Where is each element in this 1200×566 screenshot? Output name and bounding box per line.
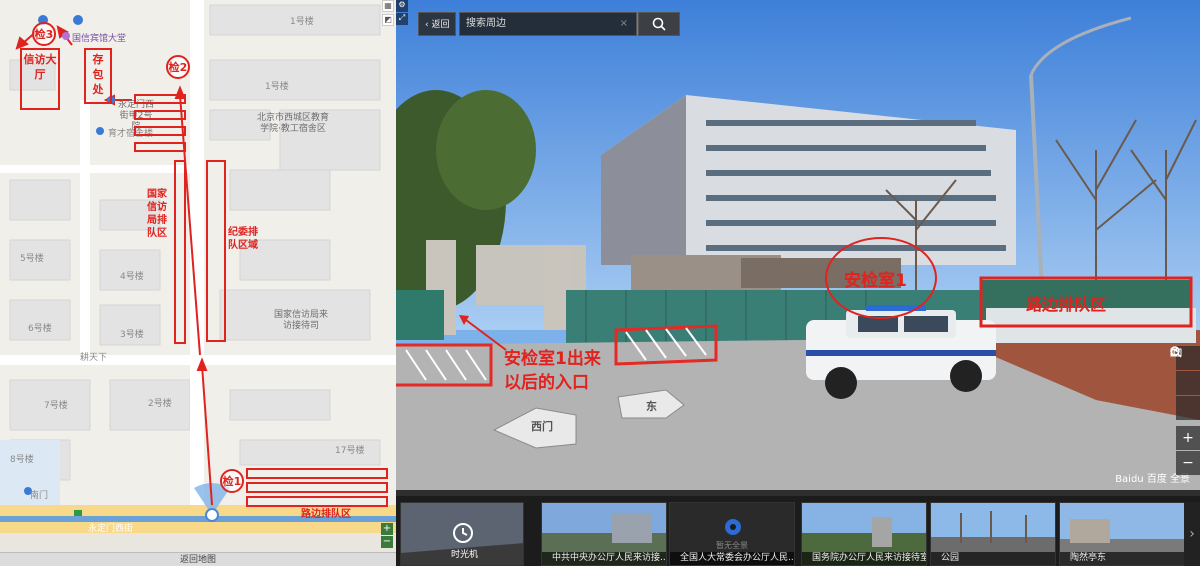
back-button[interactable]: ‹ 返回 [418, 12, 456, 36]
street-view-pane[interactable]: 安检室1 安检室1出来 以后的入口 路边排队区 西门 东 Baidu 百度 全景… [396, 0, 1200, 490]
zoom-in-button[interactable]: + [381, 523, 393, 535]
nav-arrow-west[interactable]: 西门 [531, 418, 553, 434]
filmstrip-thumb[interactable]: 中共中央办公厅人民来访接... [541, 502, 667, 566]
building-label: 6号楼 [28, 324, 52, 334]
satellite-icon[interactable]: ◩ [382, 14, 394, 26]
road-label: 永定门西街 [88, 524, 134, 534]
layer-icon[interactable]: ▦ [382, 0, 394, 12]
exit-icon[interactable]: ⤢ [396, 13, 408, 25]
building-label: 5号楼 [20, 254, 44, 264]
zoom-in-icon[interactable]: + [1176, 426, 1200, 450]
discipline-queue-label: 纪委排队区域 [228, 227, 258, 251]
filmstrip-caption: 时光机 [451, 550, 479, 560]
entrance-note-line2: 以后的入口 [504, 373, 589, 393]
poi-office[interactable]: 国家信访局来访接待司 [272, 310, 330, 332]
entrance-note-line1: 安检室1出来 [504, 349, 601, 369]
help-icon[interactable]: ⚙ [396, 0, 408, 12]
filmstrip-caption: 全国人大常委会办公厅人民... [670, 552, 794, 565]
petition-hall-label: 信访大厅 [23, 53, 57, 81]
time-machine-thumb[interactable]: 时光机 [400, 502, 524, 566]
filmstrip-thumb[interactable]: 国务院办公厅人民来访接待室 [801, 502, 927, 566]
queue-lane [134, 126, 186, 136]
building-label: 8号楼 [10, 455, 34, 465]
queue-lane [134, 94, 186, 104]
back-to-map-bar[interactable]: 返回地图 [0, 552, 396, 566]
building-label: 1号楼 [265, 82, 289, 92]
pano-toolbar: + − [1170, 346, 1200, 476]
building-label: 4号楼 [120, 272, 144, 282]
poi-village[interactable]: 耕天下 [80, 350, 107, 363]
building-label: 1号楼 [290, 17, 314, 27]
no-panorama-text: 暂无全景 [716, 541, 748, 550]
building-label: 3号楼 [120, 330, 144, 340]
nav-arrow-east[interactable]: 东 [646, 398, 657, 414]
filmstrip-next-arrow[interactable]: › [1184, 502, 1200, 566]
queue-lane [134, 110, 186, 120]
filmstrip-caption: 公园 [931, 552, 1055, 565]
street-view-scene [396, 0, 1200, 490]
clear-icon[interactable]: × [620, 13, 628, 35]
building-label: 17号楼 [335, 446, 365, 456]
map-layer-buttons: ▦ ◩ [382, 0, 394, 28]
filmstrip-caption: 国务院办公厅人民来访接待室 [802, 552, 926, 565]
search-placeholder: 搜索周边 [466, 18, 506, 29]
checkpoint-2-marker: 检2 [166, 55, 190, 79]
search-icon [652, 17, 666, 31]
checkpoint-1-marker: 检1 [220, 469, 244, 493]
share-icon[interactable] [1171, 347, 1200, 420]
building-label: 7号楼 [44, 401, 68, 411]
roadside-lane [246, 468, 388, 479]
filmstrip-caption: 中共中央办公厅人民来访接... [542, 552, 666, 565]
roadside-queue-label: 路边排队区 [1026, 295, 1107, 314]
queue-lane [134, 142, 186, 152]
search-input[interactable]: 搜索周边 × [459, 12, 637, 36]
pano-corner-icons: ⚙ ⤢ [396, 0, 408, 25]
camera-icon[interactable] [1170, 348, 1200, 395]
national-queue-box [174, 160, 186, 344]
back-label: 返回 [431, 20, 450, 30]
checkpoint-3-marker: 检3 [32, 22, 56, 46]
storage-label: 存包处 [92, 53, 104, 96]
filmstrip-thumb[interactable]: 陶然亭东 [1059, 502, 1185, 566]
filmstrip-thumb[interactable]: 公园 [930, 502, 1056, 566]
discipline-queue-box [206, 160, 226, 342]
search-button[interactable] [638, 12, 680, 36]
roadside-lane [246, 496, 388, 507]
zoom-out-button[interactable]: − [381, 536, 393, 548]
roadside-lane [246, 482, 388, 493]
roadside-queue-label: 路边排队区 [301, 509, 351, 520]
filmstrip: 时光机 中共中央办公厅人民来访接... 暂无全景 全国人大常委会办公厅人民...… [396, 490, 1200, 566]
building-label: 2号楼 [148, 399, 172, 409]
national-queue-label: 国家信访局排队区 [147, 189, 167, 239]
poi-south-gate[interactable]: 南门 [30, 488, 48, 501]
zoom-controls: + − [381, 522, 393, 548]
poi-hotel[interactable]: 国信宾馆大堂 [72, 31, 126, 44]
security-room-label: 安检室1 [844, 271, 907, 291]
filmstrip-caption: 陶然亭东 [1060, 552, 1184, 565]
pano-topbar: ‹ 返回 搜索周边 × [418, 12, 680, 36]
map-pane[interactable]: 1号楼 1号楼 5号楼 4号楼 6号楼 3号楼 7号楼 2号楼 17号楼 8号楼… [0, 0, 396, 566]
zoom-out-icon[interactable]: − [1176, 451, 1200, 475]
filmstrip-thumb[interactable]: 暂无全景 全国人大常委会办公厅人民... [669, 502, 795, 566]
poi-school[interactable]: 北京市西城区教育学院·教工宿舍区 [253, 113, 333, 135]
